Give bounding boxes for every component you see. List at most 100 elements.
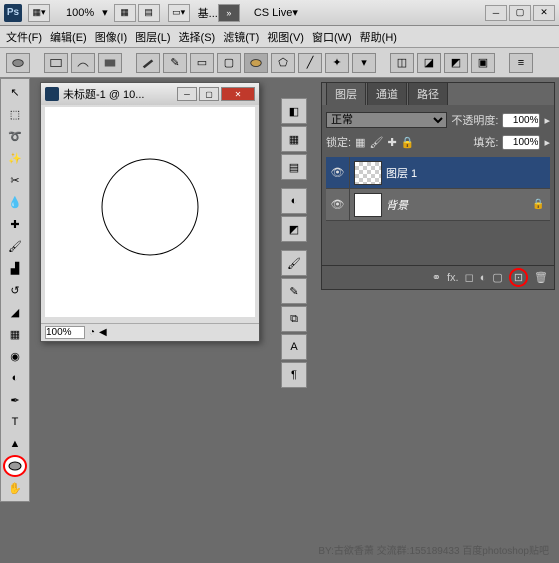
crop-tool[interactable]: ✂ bbox=[3, 169, 27, 191]
ellipse-icon[interactable] bbox=[244, 53, 268, 73]
lasso-tool[interactable]: ➰ bbox=[3, 125, 27, 147]
canvas[interactable] bbox=[45, 107, 255, 317]
watermark: BY:古欲香萧 交流群:155189433 百度photoshop贴吧 bbox=[318, 542, 549, 557]
menu-edit[interactable]: 编辑(E) bbox=[50, 29, 87, 45]
menu-window[interactable]: 窗口(W) bbox=[312, 29, 352, 45]
shape-layers-icon[interactable] bbox=[44, 53, 68, 73]
workspace-label[interactable]: 基... bbox=[198, 5, 218, 21]
stamp-tool[interactable]: ▟ bbox=[3, 257, 27, 279]
layer-style-icon[interactable]: fx. bbox=[447, 272, 459, 284]
cslive-label[interactable]: CS Live bbox=[254, 7, 293, 19]
tab-channels[interactable]: 通道 bbox=[367, 82, 407, 105]
tool-preset-icon[interactable] bbox=[6, 53, 30, 73]
color-panel-icon[interactable]: ◧ bbox=[281, 98, 307, 124]
wand-tool[interactable]: ✨ bbox=[3, 147, 27, 169]
fill-pixels-icon[interactable] bbox=[98, 53, 122, 73]
menu-help[interactable]: 帮助(H) bbox=[360, 29, 397, 45]
layer-name[interactable]: 图层 1 bbox=[386, 165, 550, 181]
shape-options-icon[interactable]: ▾ bbox=[352, 53, 376, 73]
combine-exclude-icon[interactable]: ▣ bbox=[471, 53, 495, 73]
shape-tool[interactable] bbox=[3, 455, 27, 477]
delete-layer-icon[interactable]: 🗑 bbox=[534, 271, 548, 284]
doc-maximize-icon[interactable]: ▢ bbox=[199, 87, 219, 101]
masks-panel-icon[interactable]: ◩ bbox=[281, 216, 307, 242]
styles-panel-icon[interactable]: ▤ bbox=[281, 154, 307, 180]
fill-input[interactable] bbox=[502, 135, 540, 150]
maximize-icon[interactable]: ▢ bbox=[509, 5, 531, 21]
blur-tool[interactable]: ◉ bbox=[3, 345, 27, 367]
move-tool[interactable]: ↖ bbox=[3, 81, 27, 103]
line-icon[interactable]: ╱ bbox=[298, 53, 322, 73]
view-extras-icon[interactable]: ▦ bbox=[114, 4, 136, 22]
dodge-tool[interactable]: ◐ bbox=[3, 367, 27, 389]
menu-file[interactable]: 文件(F) bbox=[6, 29, 42, 45]
group-icon[interactable]: ▢ bbox=[492, 271, 502, 284]
paragraph-panel-icon[interactable]: ¶ bbox=[281, 362, 307, 388]
rect-icon[interactable]: ▭ bbox=[190, 53, 214, 73]
eyedropper-tool[interactable]: 💧 bbox=[3, 191, 27, 213]
blend-mode-select[interactable]: 正常 bbox=[326, 112, 447, 128]
opacity-input[interactable] bbox=[502, 113, 540, 128]
lock-transparency-icon[interactable]: ▦ bbox=[355, 136, 365, 149]
layer-item[interactable]: 👁 背景 🔒 bbox=[326, 189, 550, 221]
custom-shape-icon[interactable]: ✦ bbox=[325, 53, 349, 73]
menu-layer[interactable]: 图层(L) bbox=[135, 29, 170, 45]
hand-tool[interactable]: ✋ bbox=[3, 477, 27, 499]
doc-minimize-icon[interactable]: ─ bbox=[177, 87, 197, 101]
close-icon[interactable]: ✕ bbox=[533, 5, 555, 21]
workspace-expand-icon[interactable]: » bbox=[218, 4, 240, 22]
gradient-tool[interactable]: ▦ bbox=[3, 323, 27, 345]
eraser-tool[interactable]: ◢ bbox=[3, 301, 27, 323]
menu-filter[interactable]: 滤镜(T) bbox=[223, 29, 259, 45]
clone-source-icon[interactable]: ⧉ bbox=[281, 306, 307, 332]
marquee-tool[interactable]: ⬚ bbox=[3, 103, 27, 125]
brush-tool[interactable]: 🖌 bbox=[3, 235, 27, 257]
document-title: 未标题-1 @ 10... bbox=[63, 86, 144, 102]
character-panel-icon[interactable]: A bbox=[281, 334, 307, 360]
healing-tool[interactable]: ✚ bbox=[3, 213, 27, 235]
doc-close-icon[interactable]: ✕ bbox=[221, 87, 255, 101]
pen-icon[interactable] bbox=[136, 53, 160, 73]
doc-info-icon[interactable]: ◔ bbox=[89, 327, 95, 338]
link-layers-icon[interactable]: ⚭ bbox=[432, 271, 441, 284]
type-tool[interactable]: T bbox=[3, 411, 27, 433]
tab-paths[interactable]: 路径 bbox=[408, 82, 448, 105]
lock-all-icon[interactable]: 🔒 bbox=[401, 136, 415, 149]
brushes-panel-icon[interactable]: 🖌 bbox=[281, 250, 307, 276]
bridge-icon[interactable]: ▦▾ bbox=[28, 4, 50, 22]
new-layer-icon[interactable]: ⊡ bbox=[509, 268, 528, 287]
combine-subtract-icon[interactable]: ◪ bbox=[417, 53, 441, 73]
layer-item[interactable]: 👁 图层 1 bbox=[326, 157, 550, 189]
tab-layers[interactable]: 图层 bbox=[326, 82, 366, 105]
doc-zoom-input[interactable] bbox=[45, 326, 85, 339]
history-brush-tool[interactable]: ↺ bbox=[3, 279, 27, 301]
layer-thumbnail[interactable] bbox=[354, 193, 382, 217]
pen-tool[interactable]: ✒ bbox=[3, 389, 27, 411]
paths-icon[interactable] bbox=[71, 53, 95, 73]
menu-view[interactable]: 视图(V) bbox=[267, 29, 304, 45]
view-grid-icon[interactable]: ▤ bbox=[138, 4, 160, 22]
brush-preset-icon[interactable]: ✎ bbox=[281, 278, 307, 304]
layer-name[interactable]: 背景 bbox=[386, 197, 532, 213]
menu-select[interactable]: 选择(S) bbox=[179, 29, 216, 45]
visibility-icon[interactable]: 👁 bbox=[326, 157, 350, 188]
path-select-tool[interactable]: ▲ bbox=[3, 433, 27, 455]
combine-add-icon[interactable]: ◫ bbox=[390, 53, 414, 73]
swatches-panel-icon[interactable]: ▦ bbox=[281, 126, 307, 152]
polygon-icon[interactable]: ⬠ bbox=[271, 53, 295, 73]
rounded-rect-icon[interactable]: ▢ bbox=[217, 53, 241, 73]
combine-intersect-icon[interactable]: ◩ bbox=[444, 53, 468, 73]
freeform-pen-icon[interactable]: ✎ bbox=[163, 53, 187, 73]
adjustment-layer-icon[interactable]: ◐ bbox=[480, 272, 487, 284]
lock-position-icon[interactable]: ✚ bbox=[387, 136, 396, 149]
align-icon[interactable]: ≡ bbox=[509, 53, 533, 73]
menu-image[interactable]: 图像(I) bbox=[95, 29, 127, 45]
layer-mask-icon[interactable]: ◻ bbox=[465, 271, 474, 284]
lock-pixels-icon[interactable]: 🖌 bbox=[369, 136, 383, 149]
adjustments-panel-icon[interactable]: ◐ bbox=[281, 188, 307, 214]
screen-mode-icon[interactable]: ▭▾ bbox=[168, 4, 190, 22]
zoom-level[interactable]: 100% bbox=[62, 7, 98, 19]
visibility-icon[interactable]: 👁 bbox=[326, 189, 350, 220]
layer-thumbnail[interactable] bbox=[354, 161, 382, 185]
minimize-icon[interactable]: ─ bbox=[485, 5, 507, 21]
